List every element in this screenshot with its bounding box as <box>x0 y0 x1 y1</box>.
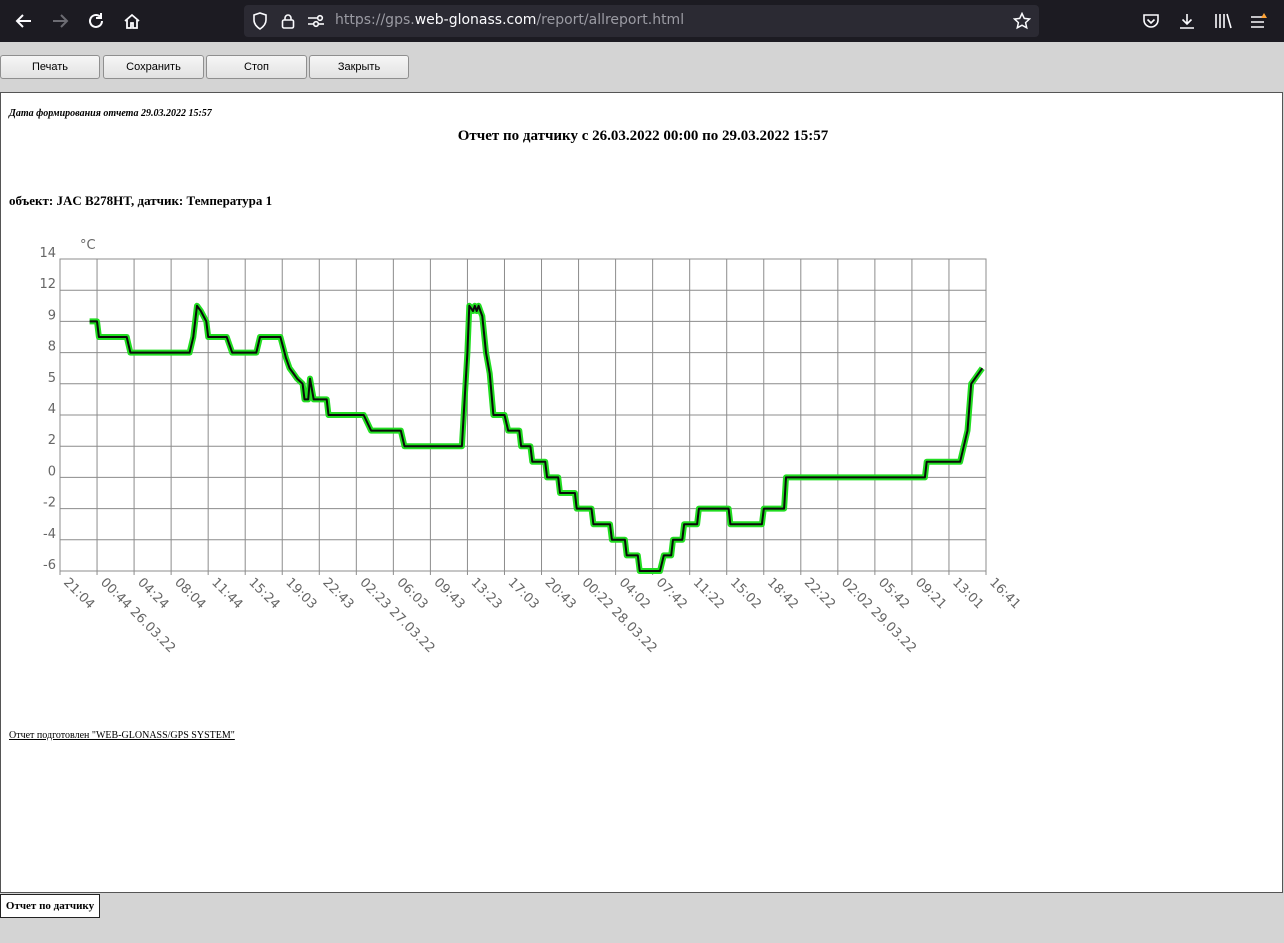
temperature-chart: 21:04 00:44 26.03.2204:24 08:04 11:44 15:24 1… <box>39 238 1023 656</box>
home-icon[interactable] <box>120 9 144 33</box>
bottom-tab-bar: Отчет по датчику <box>0 893 1284 943</box>
url-bar[interactable]: https://gps.web-glonass.com/report/allre… <box>244 5 1039 37</box>
shield-icon[interactable] <box>251 12 269 30</box>
x-tick-label: 19:03 <box>282 575 319 612</box>
x-tick-label: 11:22 <box>690 575 727 612</box>
report-title: Отчет по датчику с 26.03.2022 00:00 по 2… <box>457 128 829 144</box>
url-domain: web-glonass.com <box>414 12 537 28</box>
y-tick-label: 0 <box>48 464 56 479</box>
save-button[interactable]: Сохранить <box>103 55 204 79</box>
y-tick-label: 4 <box>48 402 56 417</box>
browser-toolbar: https://gps.web-glonass.com/report/allre… <box>0 0 1284 42</box>
y-tick-label: -4 <box>43 527 56 542</box>
x-tick-label: 20:43 <box>542 575 579 612</box>
x-tick-label: 09:21 <box>912 575 949 612</box>
bookmark-star-icon[interactable] <box>1013 12 1031 30</box>
stop-button[interactable]: Стоп <box>206 55 307 79</box>
y-tick-label: 12 <box>39 277 56 292</box>
y-tick-label: 5 <box>48 371 56 386</box>
x-tick-label: 15:02 <box>727 575 764 612</box>
tab-sensor-report[interactable]: Отчет по датчику <box>0 894 100 918</box>
download-icon[interactable] <box>1176 10 1198 32</box>
reload-icon[interactable] <box>84 9 108 33</box>
y-tick-label: -2 <box>43 496 56 511</box>
x-tick-label: 11:44 <box>208 575 245 612</box>
y-tick-label: 14 <box>39 246 56 261</box>
menu-icon[interactable] <box>1248 10 1270 32</box>
permissions-icon[interactable] <box>307 12 325 30</box>
x-tick-label: 08:04 <box>171 575 208 612</box>
object-sensor-line: объект: JAC B278HT, датчик: Температура … <box>9 193 273 208</box>
url-path: /report/allreport.html <box>536 12 685 28</box>
close-button[interactable]: Закрыть <box>309 55 409 79</box>
report-toolbar: Печать Сохранить Стоп Закрыть <box>0 42 1284 92</box>
library-icon[interactable] <box>1212 10 1234 32</box>
x-tick-label: 17:03 <box>505 575 542 612</box>
forward-arrow-icon[interactable] <box>48 9 72 33</box>
x-tick-label: 22:22 <box>801 575 838 612</box>
back-arrow-icon[interactable] <box>12 9 36 33</box>
url-prefix: https://gps. <box>335 12 415 28</box>
pocket-icon[interactable] <box>1140 10 1162 32</box>
footer-link[interactable]: Отчет подготовлен "WEB-GLONASS/GPS SYSTE… <box>9 730 235 741</box>
y-tick-label: 8 <box>48 340 56 355</box>
x-tick-label: 15:24 <box>245 575 282 612</box>
url-text[interactable]: https://gps.web-glonass.com/report/allre… <box>335 12 684 28</box>
x-tick-label: 22:43 <box>319 575 356 612</box>
lock-icon[interactable] <box>279 12 297 30</box>
print-button[interactable]: Печать <box>0 55 100 79</box>
y-tick-label: -6 <box>43 558 56 573</box>
x-tick-label: 18:42 <box>764 575 801 612</box>
generation-date: Дата формирования отчета 29.03.2022 15:5… <box>9 108 212 119</box>
x-tick-label: 13:23 <box>468 575 505 612</box>
x-tick-label: 09:43 <box>431 575 468 612</box>
y-unit-label: °C <box>80 238 96 253</box>
x-tick-label: 13:01 <box>949 575 986 612</box>
x-tick-label: 07:42 <box>653 575 690 612</box>
y-tick-label: 9 <box>48 308 56 323</box>
x-tick-label: 21:04 <box>60 575 97 612</box>
y-tick-label: 2 <box>48 433 56 448</box>
x-tick-label: 16:41 <box>986 575 1023 612</box>
